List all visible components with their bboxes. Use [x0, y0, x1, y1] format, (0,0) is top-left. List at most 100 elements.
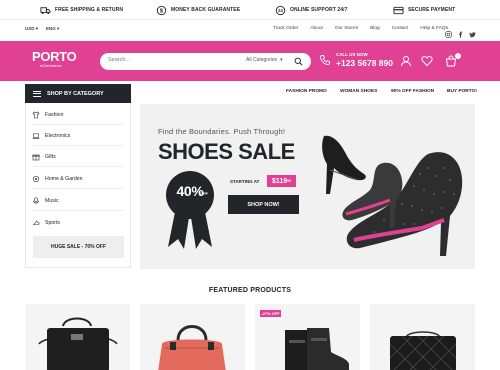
- cart-count-badge: [455, 53, 461, 59]
- category-sidebar: Fashion Electronics Gifts Home & Garden …: [25, 103, 131, 268]
- search-category-value: All Categories: [246, 57, 278, 63]
- sidebar-item-label: Home & Garden: [45, 176, 83, 182]
- sidebar-item-label: Fashion: [45, 112, 64, 118]
- logo-main: PORTO: [32, 49, 77, 64]
- info-item-support: 24 ONLINE SUPPORT 24/7: [275, 4, 347, 16]
- search-icon[interactable]: [294, 57, 303, 66]
- featured-products-title: FEATURED PRODUCTS: [208, 287, 292, 294]
- divider: [32, 188, 124, 189]
- ribbon-badge-icon: [166, 171, 214, 249]
- twitter-icon[interactable]: [469, 25, 476, 38]
- info-bar: FREE SHIPPING & RETURN $ MONEY BACK GUAR…: [0, 0, 500, 20]
- info-item-shipping: FREE SHIPPING & RETURN: [40, 4, 123, 16]
- divider: [32, 124, 124, 125]
- product-card-black-boots[interactable]: -27% OFF: [255, 304, 360, 370]
- main-header: PORTO eCommerce Search... All Categories…: [0, 41, 500, 81]
- link-help-faqs[interactable]: Help & FAQs: [420, 26, 448, 31]
- info-item-secure: SECURE PAYMENT: [393, 4, 455, 16]
- gift-icon: [32, 154, 40, 161]
- language-select[interactable]: ENG ▾: [46, 26, 59, 32]
- nav-90-off-fashion[interactable]: 90% OFF FASHION: [391, 89, 434, 94]
- link-about[interactable]: About: [310, 26, 323, 31]
- currency-value: USD: [25, 26, 35, 31]
- nav-woman-shoes[interactable]: WOMAN SHOES: [340, 89, 377, 94]
- truck-icon: [40, 6, 51, 14]
- currency-select[interactable]: USD ▾: [25, 26, 38, 32]
- chevron-down-icon: ▾: [280, 57, 283, 63]
- secure-payment-icon: [393, 6, 404, 14]
- sidebar-item-label: Sports: [45, 220, 60, 226]
- discount-badge: -27% OFF: [260, 310, 281, 317]
- locale-selectors: USD ▾ ENG ▾: [25, 26, 59, 32]
- hero-kicker: Find the Boundaries. Push Through!: [158, 127, 286, 136]
- search-input[interactable]: Search...: [108, 57, 130, 63]
- svg-text:$: $: [160, 8, 163, 14]
- sidebar-item-gifts[interactable]: Gifts: [32, 153, 56, 161]
- info-label: ONLINE SUPPORT 24/7: [290, 7, 348, 13]
- phone-block: CALL US NOW +123 5678 890: [319, 52, 393, 68]
- product-card-black-bag[interactable]: [25, 304, 130, 370]
- hero-title: SHOES SALE: [158, 139, 295, 164]
- link-blog[interactable]: Blog: [370, 26, 380, 31]
- language-value: ENG: [46, 26, 56, 31]
- shoes-image: [322, 135, 463, 256]
- category-button-label: SHOP BY CATEGORY: [47, 90, 104, 97]
- hero-banner[interactable]: Find the Boundaries. Push Through! SHOES…: [140, 104, 475, 269]
- phone-icon: [320, 55, 330, 65]
- shirt-icon: [32, 111, 40, 119]
- info-label: FREE SHIPPING & RETURN: [55, 7, 124, 13]
- sidebar-item-label: Gifts: [45, 154, 56, 160]
- shop-by-category-button[interactable]: SHOP BY CATEGORY: [25, 84, 131, 103]
- menu-icon: [33, 90, 41, 97]
- sidebar-item-sports[interactable]: Sports: [32, 219, 60, 227]
- link-contact[interactable]: Contact: [392, 26, 409, 31]
- instagram-icon[interactable]: [445, 25, 452, 38]
- logo[interactable]: PORTO eCommerce: [32, 50, 77, 68]
- nav-fashion-promo[interactable]: FASHION PROMO: [286, 89, 327, 94]
- info-item-money-back: $ MONEY BACK GUARANTEE: [156, 4, 240, 16]
- divider: [32, 166, 124, 167]
- music-icon: [33, 197, 39, 205]
- price-cents: 99: [287, 179, 292, 183]
- sidebar-item-home-garden[interactable]: Home & Garden: [32, 175, 82, 183]
- sidebar-item-music[interactable]: Music: [32, 197, 59, 205]
- link-our-stores[interactable]: Our Stores: [335, 26, 358, 31]
- nav-buy-porto[interactable]: BUY PORTO!: [447, 89, 477, 94]
- starting-at-label: STARTING AT: [230, 179, 260, 184]
- divider: [32, 210, 124, 211]
- info-label: SECURE PAYMENT: [408, 7, 456, 13]
- sports-icon: [32, 220, 40, 225]
- link-track-order[interactable]: Track Order: [273, 26, 298, 31]
- search-bar: Search... All Categories ▾: [100, 53, 311, 70]
- laptop-icon: [32, 133, 40, 139]
- product-card-red-handbag[interactable]: [140, 304, 245, 370]
- heart-icon[interactable]: [421, 55, 433, 67]
- support-24-icon: 24: [275, 5, 286, 15]
- product-image: [38, 317, 118, 370]
- social-links: [445, 25, 476, 38]
- svg-text:24: 24: [278, 8, 283, 13]
- money-icon: $: [156, 5, 167, 15]
- product-image: [389, 331, 457, 370]
- sidebar-item-label: Electronics: [45, 133, 71, 139]
- utility-bar: USD ▾ ENG ▾ Track Order About Our Stores…: [0, 20, 500, 41]
- price-tag: $119 99: [267, 175, 296, 187]
- utility-links: Track Order About Our Stores Blog Contac…: [273, 26, 448, 31]
- product-image: [158, 325, 226, 370]
- shop-now-button[interactable]: SHOP NOW!: [228, 195, 299, 214]
- price-value: $119: [271, 177, 288, 185]
- sidebar-item-electronics[interactable]: Electronics: [32, 132, 70, 140]
- phone-number[interactable]: +123 5678 890: [336, 58, 393, 68]
- info-label: MONEY BACK GUARANTEE: [171, 7, 241, 13]
- sidebar-item-fashion[interactable]: Fashion: [32, 111, 63, 119]
- home-icon: [32, 175, 40, 183]
- huge-sale-button[interactable]: HUGE SALE - 70% OFF: [33, 236, 124, 258]
- discount-badge: 40% OFF: [166, 167, 220, 252]
- divider: [32, 145, 124, 146]
- user-icon[interactable]: [400, 55, 412, 67]
- facebook-icon[interactable]: [457, 25, 464, 38]
- sidebar-item-label: Music: [45, 198, 59, 204]
- product-card-quilted-bag[interactable]: [370, 304, 475, 370]
- discount-suffix: OFF: [200, 191, 208, 196]
- search-category-select[interactable]: All Categories ▾: [246, 57, 283, 63]
